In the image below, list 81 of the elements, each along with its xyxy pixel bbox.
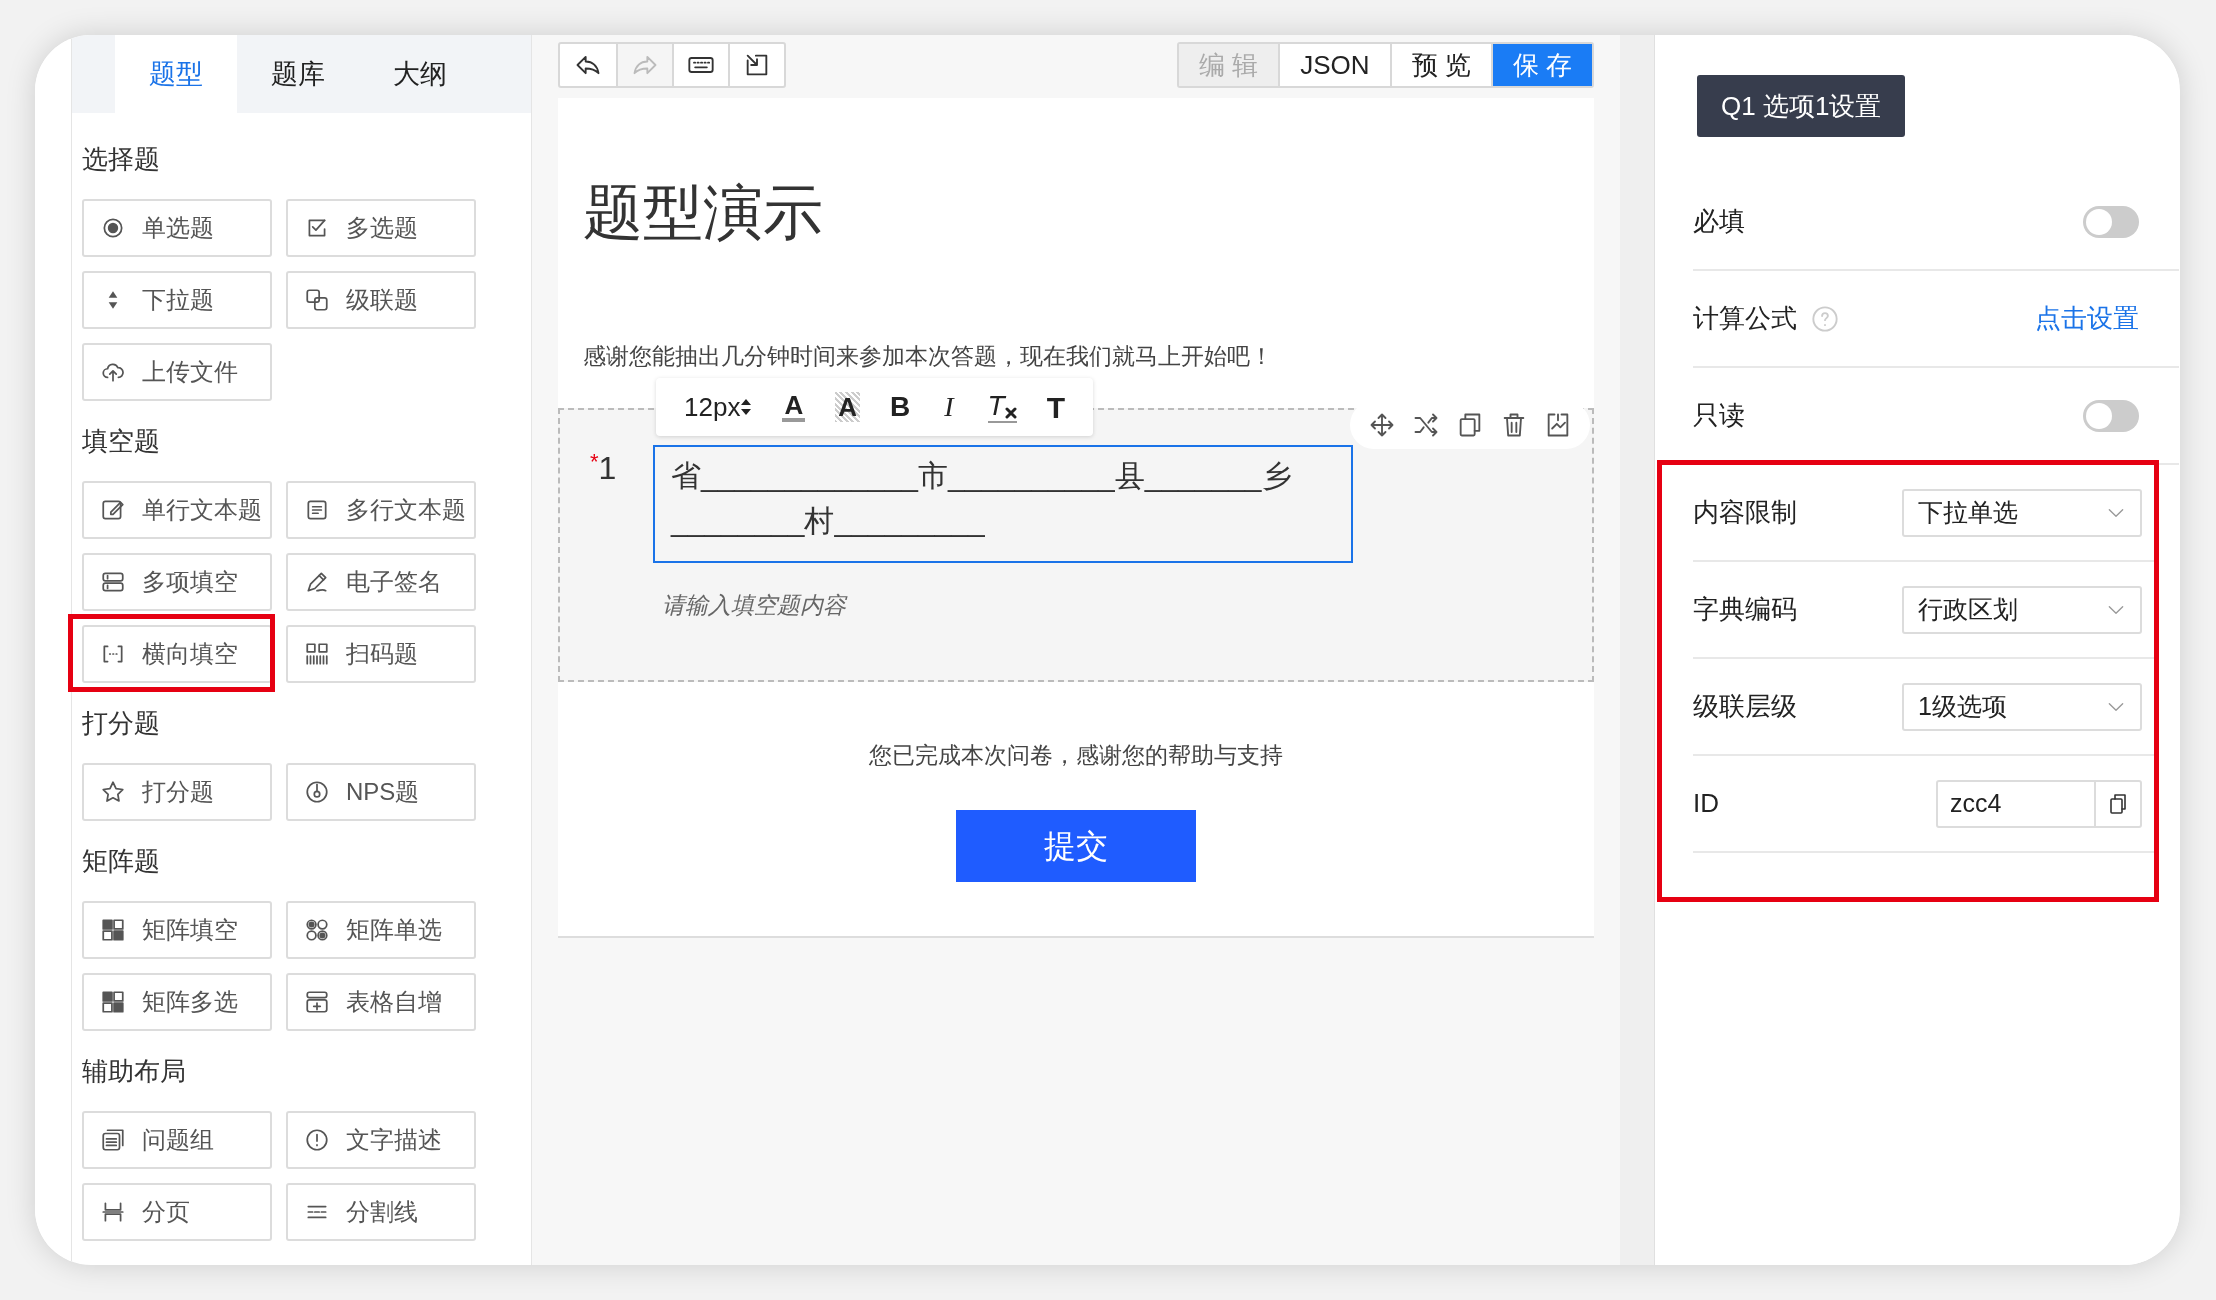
question-type-button[interactable]: 扫码题: [286, 625, 476, 683]
stacked-fields-icon: [100, 569, 126, 595]
pen-icon: [304, 569, 330, 595]
question-type-button[interactable]: 分割线: [286, 1183, 476, 1241]
section-title: 填空题: [82, 425, 161, 458]
panel-tab[interactable]: 题库: [237, 35, 359, 113]
question-type-button[interactable]: 电子签名: [286, 553, 476, 611]
setting-label: 必填: [1693, 205, 1745, 238]
section-title: 选择题: [82, 143, 161, 176]
question-type-button[interactable]: 问题组: [82, 1111, 272, 1169]
section-title: 矩阵题: [82, 845, 161, 878]
grid-icon: [100, 917, 126, 943]
section-title: 辅助布局: [82, 1055, 187, 1088]
move-button[interactable]: [1368, 411, 1396, 439]
submit-button[interactable]: 提交: [956, 810, 1196, 882]
finish-message: 您已完成本次问卷，感谢您的帮助与支持: [868, 741, 1284, 770]
panel-tab[interactable]: 大纲: [359, 35, 481, 113]
question-type-button[interactable]: 上传文件: [82, 343, 272, 401]
select-field[interactable]: 行政区划: [1902, 585, 2142, 634]
setting-label: 级联层级: [1693, 690, 1797, 723]
panel-tab[interactable]: 题型: [115, 35, 237, 113]
edit-icon: [100, 497, 126, 523]
toggle-switch[interactable]: [2083, 205, 2139, 238]
font-size-select[interactable]: 12px: [684, 387, 753, 427]
question-number: 1: [598, 451, 617, 485]
question-type-button[interactable]: 矩阵多选: [82, 973, 272, 1031]
survey-title: 题型演示: [583, 180, 824, 246]
question-type-button[interactable]: NPS题: [286, 763, 476, 821]
radio-grid-icon: [304, 917, 330, 943]
question-type-button[interactable]: 级联题: [286, 271, 476, 329]
setting-label: 只读: [1693, 399, 1745, 432]
id-field[interactable]: zcc4: [1936, 779, 2142, 828]
up-down-caret-icon: [740, 397, 753, 417]
setting-label: 字典编码: [1693, 593, 1797, 626]
dial-icon: [304, 779, 330, 805]
table-plus-icon: [304, 989, 330, 1015]
question-type-button[interactable]: 多项填空: [82, 553, 272, 611]
question-type-button[interactable]: 打分题: [82, 763, 272, 821]
plain-text-button[interactable]: T: [1046, 384, 1065, 430]
exclamation-icon: [304, 1127, 330, 1153]
setting-label: 计算公式: [1693, 302, 1797, 335]
checkbox-grid-icon: [100, 989, 126, 1015]
question-type-button[interactable]: 横向填空: [82, 625, 272, 683]
mode-button[interactable]: 保 存: [1490, 44, 1592, 86]
settings-header: Q1 选项1设置: [1697, 75, 1906, 137]
section-title: 打分题: [82, 707, 161, 740]
question-type-button[interactable]: 表格自增: [286, 973, 476, 1031]
italic-button[interactable]: I: [940, 386, 958, 428]
star-icon: [100, 779, 126, 805]
page-break-icon: [100, 1199, 126, 1225]
question-type-button[interactable]: 单选题: [82, 199, 272, 257]
setting-label: ID: [1693, 787, 1719, 820]
shuffle-icon: [1412, 411, 1440, 439]
bold-button[interactable]: B: [889, 386, 911, 428]
shuffle-button[interactable]: [1412, 411, 1440, 439]
question-type-button[interactable]: 单行文本题: [82, 481, 272, 539]
question-type-button[interactable]: 文字描述: [286, 1111, 476, 1169]
move-icon: [1368, 411, 1396, 439]
clear-format-button[interactable]: T: [987, 391, 1017, 423]
question-type-button[interactable]: 多选题: [286, 199, 476, 257]
help-icon: [1811, 304, 1839, 333]
required-mark: *: [590, 451, 599, 473]
stacked-pages-icon: [100, 1127, 126, 1153]
survey-description: 感谢您能抽出几分钟时间来参加本次答题，现在我们就马上开始吧！: [583, 342, 1274, 371]
question-type-button[interactable]: 分页: [82, 1183, 272, 1241]
select-field[interactable]: 1级选项: [1902, 682, 2142, 731]
question-content-field[interactable]: 请输入填空题内容: [662, 587, 1062, 623]
select-field[interactable]: 下拉单选: [1902, 488, 2142, 537]
toggle-switch[interactable]: [2083, 399, 2139, 432]
highlight-button[interactable]: A: [835, 392, 860, 422]
question-type-button[interactable]: 多行文本题: [286, 481, 476, 539]
linked-squares-icon: [304, 287, 330, 313]
setting-label: 内容限制: [1693, 496, 1797, 529]
setting-link[interactable]: 点击设置: [2035, 299, 2139, 338]
question-type-button[interactable]: 矩阵单选: [286, 901, 476, 959]
qr-code-icon: [304, 641, 330, 667]
question-type-button[interactable]: 矩阵填空: [82, 901, 272, 959]
question-type-button[interactable]: 下拉题: [82, 271, 272, 329]
question-text-field[interactable]: 省_____________市__________县_______乡________村_________: [653, 445, 1353, 563]
text-color-button[interactable]: A: [782, 392, 806, 422]
text-lines-icon: [304, 497, 330, 523]
